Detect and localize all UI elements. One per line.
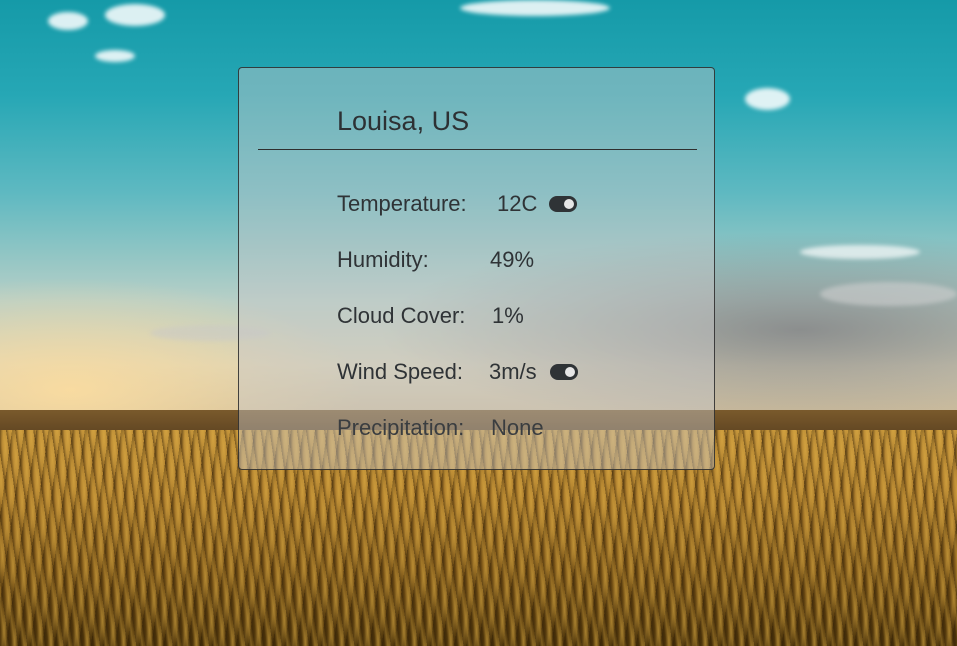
wind-speed-unit-toggle[interactable] (550, 364, 578, 380)
weather-card: Louisa, US Temperature: 12C Humidity: 49… (238, 67, 715, 470)
cloud (105, 4, 165, 26)
cloud (95, 50, 135, 62)
toggle-knob (564, 199, 574, 209)
cloud (800, 245, 920, 259)
cloud (745, 88, 790, 110)
toggle-knob (565, 367, 575, 377)
precipitation-label: Precipitation: (337, 415, 465, 440)
cloud (460, 0, 610, 16)
cloud-cover-value: 1% (492, 303, 524, 328)
wind-speed-label: Wind Speed: (337, 359, 463, 384)
humidity-label: Humidity: (337, 247, 429, 272)
cloud (48, 12, 88, 30)
wind-speed-row: Wind Speed: 3m/s (337, 357, 578, 387)
humidity-row: Humidity: 49% (337, 245, 534, 275)
precipitation-value: None (491, 415, 544, 440)
temperature-unit-toggle[interactable] (549, 196, 577, 212)
temperature-label: Temperature: (337, 191, 467, 216)
divider (258, 149, 697, 150)
precipitation-row: Precipitation: None (337, 413, 544, 443)
temperature-row: Temperature: 12C (337, 189, 577, 219)
wind-speed-value: 3m/s (489, 359, 537, 384)
cloud-cover-row: Cloud Cover: 1% (337, 301, 524, 331)
cloud (820, 282, 957, 306)
temperature-value: 12C (497, 191, 538, 216)
humidity-value: 49% (490, 247, 535, 272)
cloud-cover-label: Cloud Cover: (337, 303, 466, 328)
location-title: Louisa, US (337, 106, 470, 136)
